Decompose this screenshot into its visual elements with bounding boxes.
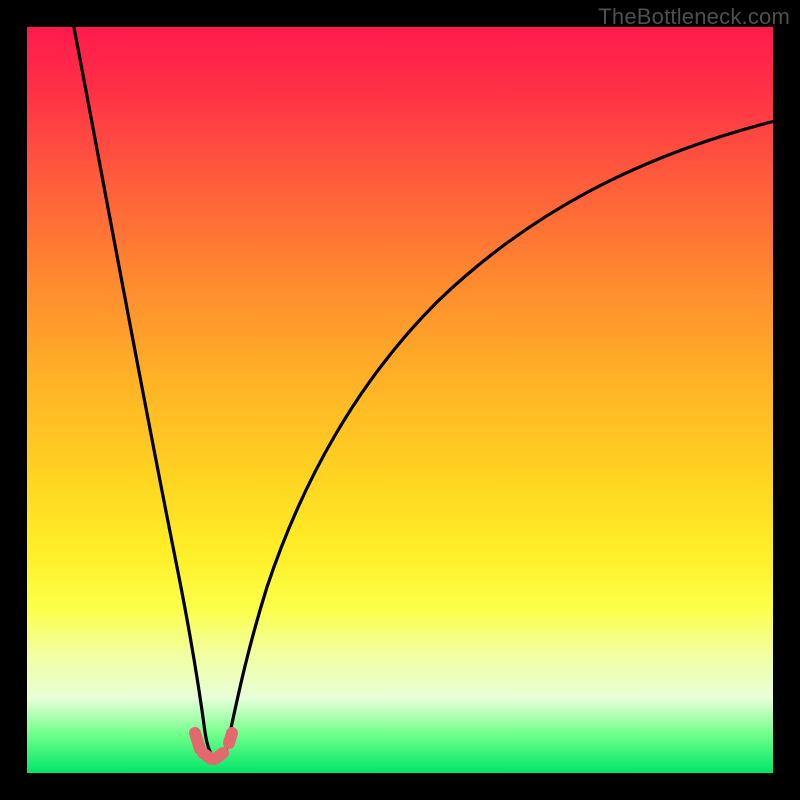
watermark-text: TheBottleneck.com (598, 4, 790, 30)
curve-layer (27, 27, 773, 773)
curve-left-branch (72, 27, 212, 755)
curve-right-branch (225, 119, 773, 755)
trough-markers (195, 733, 232, 759)
plot-area (27, 27, 773, 773)
chart-frame: TheBottleneck.com (0, 0, 800, 800)
